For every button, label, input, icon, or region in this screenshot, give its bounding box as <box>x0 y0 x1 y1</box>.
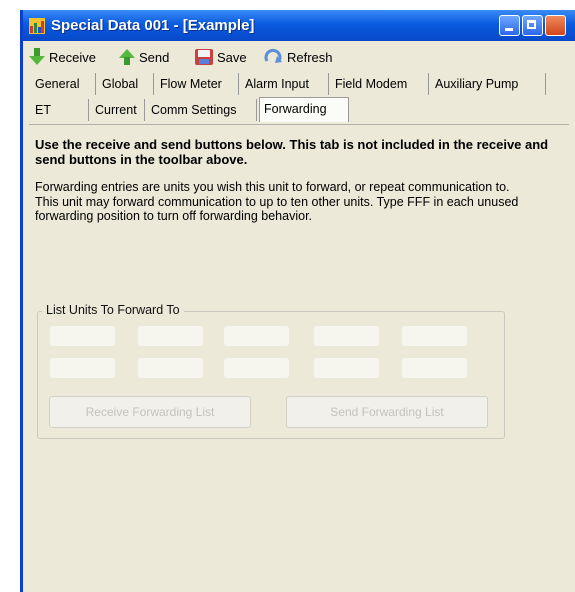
receive-forwarding-list-button[interactable]: Receive Forwarding List <box>49 396 251 428</box>
tab-forwarding[interactable]: Forwarding <box>259 97 349 122</box>
tab-global[interactable]: Global <box>98 73 154 95</box>
forwarding-tab-panel: Use the receive and send buttons below. … <box>29 124 569 592</box>
save-disk-icon <box>195 49 213 65</box>
tab-auxiliary-pump[interactable]: Auxiliary Pump <box>431 73 546 95</box>
forward-unit-field-1[interactable] <box>50 326 115 346</box>
forward-unit-field-4[interactable] <box>314 326 379 346</box>
special-data-window: Special Data 001 - [Example] Receive Sen… <box>20 10 575 592</box>
maximize-button[interactable] <box>522 15 543 36</box>
forward-units-group-label: List Units To Forward To <box>42 303 184 317</box>
tab-strip-row-1: General Global Flow Meter Alarm Input Fi… <box>23 73 575 98</box>
tab-comm-settings[interactable]: Comm Settings <box>147 99 257 121</box>
forward-unit-field-6[interactable] <box>50 358 115 378</box>
minimize-button[interactable] <box>499 15 520 36</box>
toolbar: Receive Send Save Refresh <box>23 44 575 70</box>
app-icon <box>29 18 45 34</box>
send-label: Send <box>139 49 170 65</box>
forward-unit-field-9[interactable] <box>314 358 379 378</box>
tab-current[interactable]: Current <box>91 99 145 121</box>
refresh-icon <box>264 48 282 63</box>
save-button[interactable]: Save <box>195 47 247 67</box>
title-bar[interactable]: Special Data 001 - [Example] <box>23 10 575 41</box>
forward-unit-field-3[interactable] <box>224 326 289 346</box>
tab-flow-meter[interactable]: Flow Meter <box>156 73 239 95</box>
forward-unit-field-8[interactable] <box>224 358 289 378</box>
receive-button[interactable]: Receive <box>29 47 96 67</box>
forward-units-groupbox: List Units To Forward To Receive Forward… <box>37 303 505 439</box>
forwarding-description: Forwarding entries are units you wish th… <box>35 180 519 223</box>
close-button[interactable] <box>545 15 566 36</box>
refresh-button[interactable]: Refresh <box>263 47 333 67</box>
forward-unit-field-10[interactable] <box>402 358 467 378</box>
tab-alarm-input[interactable]: Alarm Input <box>241 73 329 95</box>
forward-unit-field-7[interactable] <box>138 358 203 378</box>
send-button[interactable]: Send <box>119 47 169 67</box>
receive-label: Receive <box>49 49 96 65</box>
forwarding-heading: Use the receive and send buttons below. … <box>35 137 549 167</box>
upload-arrow-icon <box>119 49 135 65</box>
tab-general[interactable]: General <box>31 73 96 95</box>
tab-field-modem[interactable]: Field Modem <box>331 73 429 95</box>
download-arrow-icon <box>29 48 45 65</box>
forward-unit-field-5[interactable] <box>402 326 467 346</box>
tab-et[interactable]: ET <box>31 99 89 121</box>
forward-unit-field-2[interactable] <box>138 326 203 346</box>
refresh-label: Refresh <box>287 49 333 65</box>
window-title: Special Data 001 - [Example] <box>51 17 255 34</box>
tab-strip-row-2: ET Current Comm Settings Forwarding <box>23 97 575 124</box>
save-label: Save <box>217 49 247 65</box>
send-forwarding-list-button[interactable]: Send Forwarding List <box>286 396 488 428</box>
